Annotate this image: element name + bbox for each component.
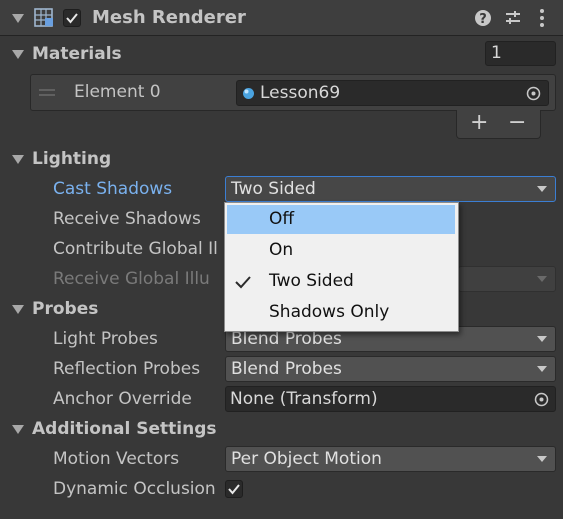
chevron-down-icon — [537, 276, 547, 282]
presets-icon[interactable] — [504, 9, 522, 27]
cast-shadows-dropdown[interactable]: Two Sided — [225, 176, 556, 202]
foldout-arrow-icon[interactable] — [12, 14, 24, 23]
receive-gi-dropdown — [458, 266, 556, 292]
receive-shadows-label: Receive Shadows — [53, 209, 201, 229]
material-object-field[interactable]: Lesson69 — [236, 80, 549, 106]
foldout-arrow-icon[interactable] — [12, 155, 24, 164]
receive-gi-label: Receive Global Illu — [53, 269, 210, 289]
foldout-arrow-icon[interactable] — [12, 50, 24, 59]
materials-count-field[interactable]: 1 — [485, 41, 556, 66]
light-probes-label: Light Probes — [53, 329, 158, 349]
chevron-down-icon — [537, 336, 547, 342]
motion-vectors-label: Motion Vectors — [53, 449, 180, 469]
chevron-down-icon — [537, 366, 547, 372]
material-name: Lesson69 — [260, 83, 341, 103]
checkmark-icon — [66, 13, 78, 24]
kebab-menu-icon[interactable] — [537, 8, 547, 28]
remove-element-button[interactable]: − — [508, 110, 526, 135]
cast-shadows-label: Cast Shadows — [53, 179, 173, 199]
dynamic-occlusion-checkbox[interactable] — [225, 480, 243, 498]
object-picker-icon[interactable] — [534, 392, 549, 407]
enable-component-checkbox[interactable] — [63, 9, 81, 27]
contribute-gi-label: Contribute Global Il — [53, 239, 218, 259]
drag-handle-icon[interactable] — [39, 89, 55, 97]
reflection-probes-dropdown[interactable]: Blend Probes — [225, 356, 556, 382]
menu-item-two-sided[interactable]: Two Sided — [227, 267, 455, 296]
menu-item-shadows-only[interactable]: Shadows Only — [227, 298, 455, 327]
menu-item-on[interactable]: On — [227, 236, 455, 265]
svg-text:?: ? — [479, 12, 487, 27]
anchor-override-field[interactable]: None (Transform) — [225, 386, 556, 412]
materials-list: Element 0 Lesson69 — [30, 74, 556, 111]
cast-shadows-menu: Off On Two Sided Shadows Only — [224, 202, 459, 332]
checkmark-icon — [235, 276, 251, 289]
materials-label[interactable]: Materials — [32, 44, 122, 64]
anchor-override-label: Anchor Override — [53, 389, 192, 409]
foldout-arrow-icon[interactable] — [12, 305, 24, 314]
additional-settings-label[interactable]: Additional Settings — [32, 419, 217, 439]
probes-label[interactable]: Probes — [32, 299, 98, 319]
chevron-down-icon — [537, 456, 547, 462]
mesh-renderer-icon — [34, 8, 53, 27]
lighting-label[interactable]: Lighting — [32, 149, 111, 169]
chevron-down-icon — [537, 186, 547, 192]
reflection-probes-label: Reflection Probes — [53, 359, 201, 379]
dynamic-occlusion-label: Dynamic Occlusion — [53, 479, 216, 499]
foldout-arrow-icon[interactable] — [12, 425, 24, 434]
add-element-button[interactable]: + — [470, 110, 488, 135]
help-icon[interactable]: ? — [474, 9, 492, 27]
list-footer: + − — [456, 110, 541, 139]
element-label: Element 0 — [74, 82, 161, 102]
component-title: Mesh Renderer — [92, 7, 246, 28]
checkmark-icon — [228, 484, 240, 495]
menu-item-off[interactable]: Off — [227, 205, 455, 234]
component-header: Mesh Renderer ? — [0, 0, 563, 36]
object-picker-icon[interactable] — [526, 86, 541, 101]
motion-vectors-dropdown[interactable]: Per Object Motion — [225, 446, 556, 472]
material-sphere-icon — [243, 88, 254, 99]
